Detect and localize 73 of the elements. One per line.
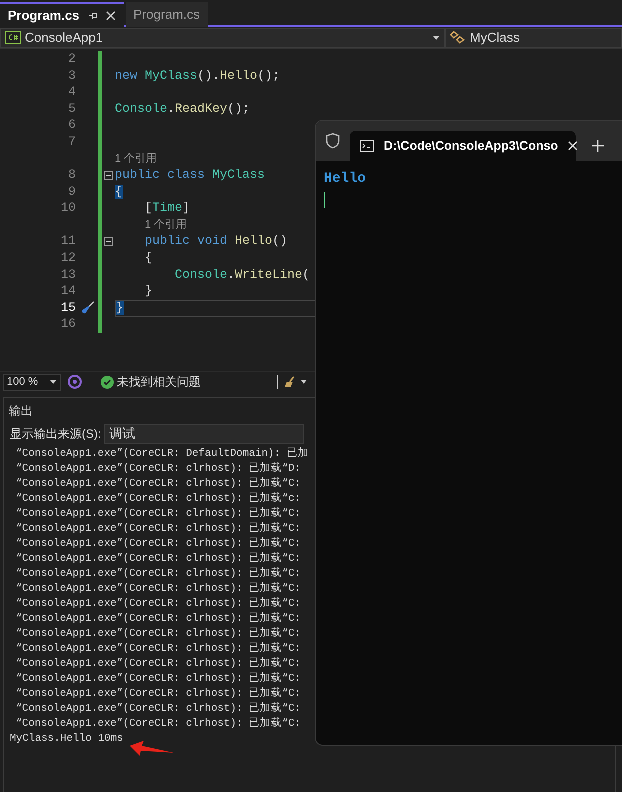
broom-icon[interactable] <box>284 376 308 388</box>
current-line-number: 15 <box>60 300 76 315</box>
line-number: 11 <box>60 234 76 248</box>
output-line: MyClass.Hello 10ms <box>10 732 124 747</box>
line-number: 10 <box>60 201 76 216</box>
project-name: ConsoleApp1 <box>25 28 104 47</box>
code-line: Console.ReadKey(); <box>115 100 250 118</box>
member-name: MyClass <box>470 28 520 47</box>
line-number: 13 <box>60 268 76 282</box>
output-line: “ConsoleApp1.exe”(CoreCLR: clrhost): 已加载“C: <box>16 597 302 612</box>
line-number: 6 <box>68 118 76 132</box>
close-icon[interactable] <box>106 10 116 20</box>
panel-title: 输出 <box>8 403 34 420</box>
line-number: 9 <box>68 184 76 199</box>
output-line: “ConsoleApp1.exe”(CoreCLR: clrhost): 已加载“C: <box>16 567 302 582</box>
output-line: “ConsoleApp1.exe”(CoreCLR: clrhost): 已加载“C: <box>16 537 302 552</box>
source-dropdown[interactable]: 调试 <box>104 424 304 444</box>
member-dropdown[interactable]: MyClass <box>445 28 622 48</box>
output-line: “ConsoleApp1.exe”(CoreCLR: clrhost): 已加载“C: <box>16 477 302 492</box>
csharp-file-icon <box>5 31 21 44</box>
collapse-icon[interactable] <box>104 170 113 180</box>
line-number: 16 <box>60 317 76 332</box>
output-line: “ConsoleApp1.exe”(CoreCLR: clrhost): 已加载“C: <box>16 612 302 627</box>
editor-tab[interactable]: Program.cs <box>0 2 124 27</box>
issues-status[interactable]: 未找到相关问题 <box>117 373 201 391</box>
code-line: public class MyClass <box>115 167 266 184</box>
class-icon <box>450 30 466 44</box>
output-line: “ConsoleApp1.exe”(CoreCLR: clrhost): 已加载“D: <box>16 462 302 477</box>
code-line: public void Hello() <box>145 233 288 250</box>
reference-count[interactable]: 1 个引用 <box>115 150 158 168</box>
output-line: “ConsoleApp1.exe”(CoreCLR: clrhost): 已加载“c: <box>16 492 302 507</box>
close-icon[interactable] <box>568 141 578 151</box>
line-number: 4 <box>68 85 76 100</box>
reference-count[interactable]: 1 个引用 <box>145 216 188 234</box>
zoom-dropdown[interactable]: 100 % <box>3 374 61 390</box>
code-line: } <box>145 283 153 300</box>
new-tab-icon[interactable] <box>592 140 604 152</box>
screwdriver-icon <box>81 301 95 316</box>
output-line: “ConsoleApp1.exe”(CoreCLR: clrhost): 已加载“C: <box>16 642 302 657</box>
pin-icon[interactable] <box>88 10 98 20</box>
line-number: 7 <box>68 134 76 149</box>
source-label: 显示输出来源(S): <box>10 426 102 443</box>
output-line: “ConsoleApp1.exe”(CoreCLR: clrhost): 已加载“C: <box>16 522 302 537</box>
collapse-icon[interactable] <box>104 237 113 246</box>
output-line: “ConsoleApp1.exe”(CoreCLR: clrhost): 已加载“C: <box>16 717 302 732</box>
editor-tab[interactable]: Program.cs <box>126 2 208 27</box>
code-line: Console.WriteLine( <box>175 266 310 284</box>
line-number: 12 <box>60 251 76 266</box>
output-line: “ConsoleApp1.exe”(CoreCLR: clrhost): 已加载“C: <box>16 687 302 702</box>
line-number: 3 <box>68 68 76 83</box>
line-number: 14 <box>60 284 76 298</box>
output-line: “ConsoleApp1.exe”(CoreCLR: clrhost): 已加载“C: <box>16 702 302 717</box>
console-tab[interactable]: D:\Code\ConsoleApp3\Conso <box>350 131 576 161</box>
check-circle-icon <box>101 376 114 388</box>
code-line: new MyClass().Hello(); <box>115 68 280 85</box>
line-number: 5 <box>68 102 76 116</box>
console-output: Hello <box>324 170 368 189</box>
shield-icon <box>326 133 340 149</box>
caret-icon <box>433 36 440 40</box>
output-line: “ConsoleApp1.exe”(CoreCLR: DefaultDomain): 已加 <box>16 447 310 462</box>
output-line: “ConsoleApp1.exe”(CoreCLR: clrhost): 已加载“C: <box>16 672 302 687</box>
line-number: 8 <box>68 168 76 182</box>
output-line: “ConsoleApp1.exe”(CoreCLR: clrhost): 已加载“C: <box>16 657 302 672</box>
output-line: “ConsoleApp1.exe”(CoreCLR: clrhost): 已加载“C: <box>16 507 302 522</box>
terminal-icon <box>360 140 374 152</box>
project-dropdown[interactable]: ConsoleApp1 <box>0 28 445 48</box>
caret-icon <box>50 380 57 384</box>
code-line: [Time] <box>145 200 190 218</box>
code-line: { <box>145 250 153 268</box>
output-line: “ConsoleApp1.exe”(CoreCLR: clrhost): 已加载“C: <box>16 627 302 642</box>
output-line: “ConsoleApp1.exe”(CoreCLR: clrhost): 已加载“C: <box>16 552 302 567</box>
line-number: 2 <box>68 52 76 66</box>
output-line: “ConsoleApp1.exe”(CoreCLR: clrhost): 已加载“C: <box>16 582 302 597</box>
